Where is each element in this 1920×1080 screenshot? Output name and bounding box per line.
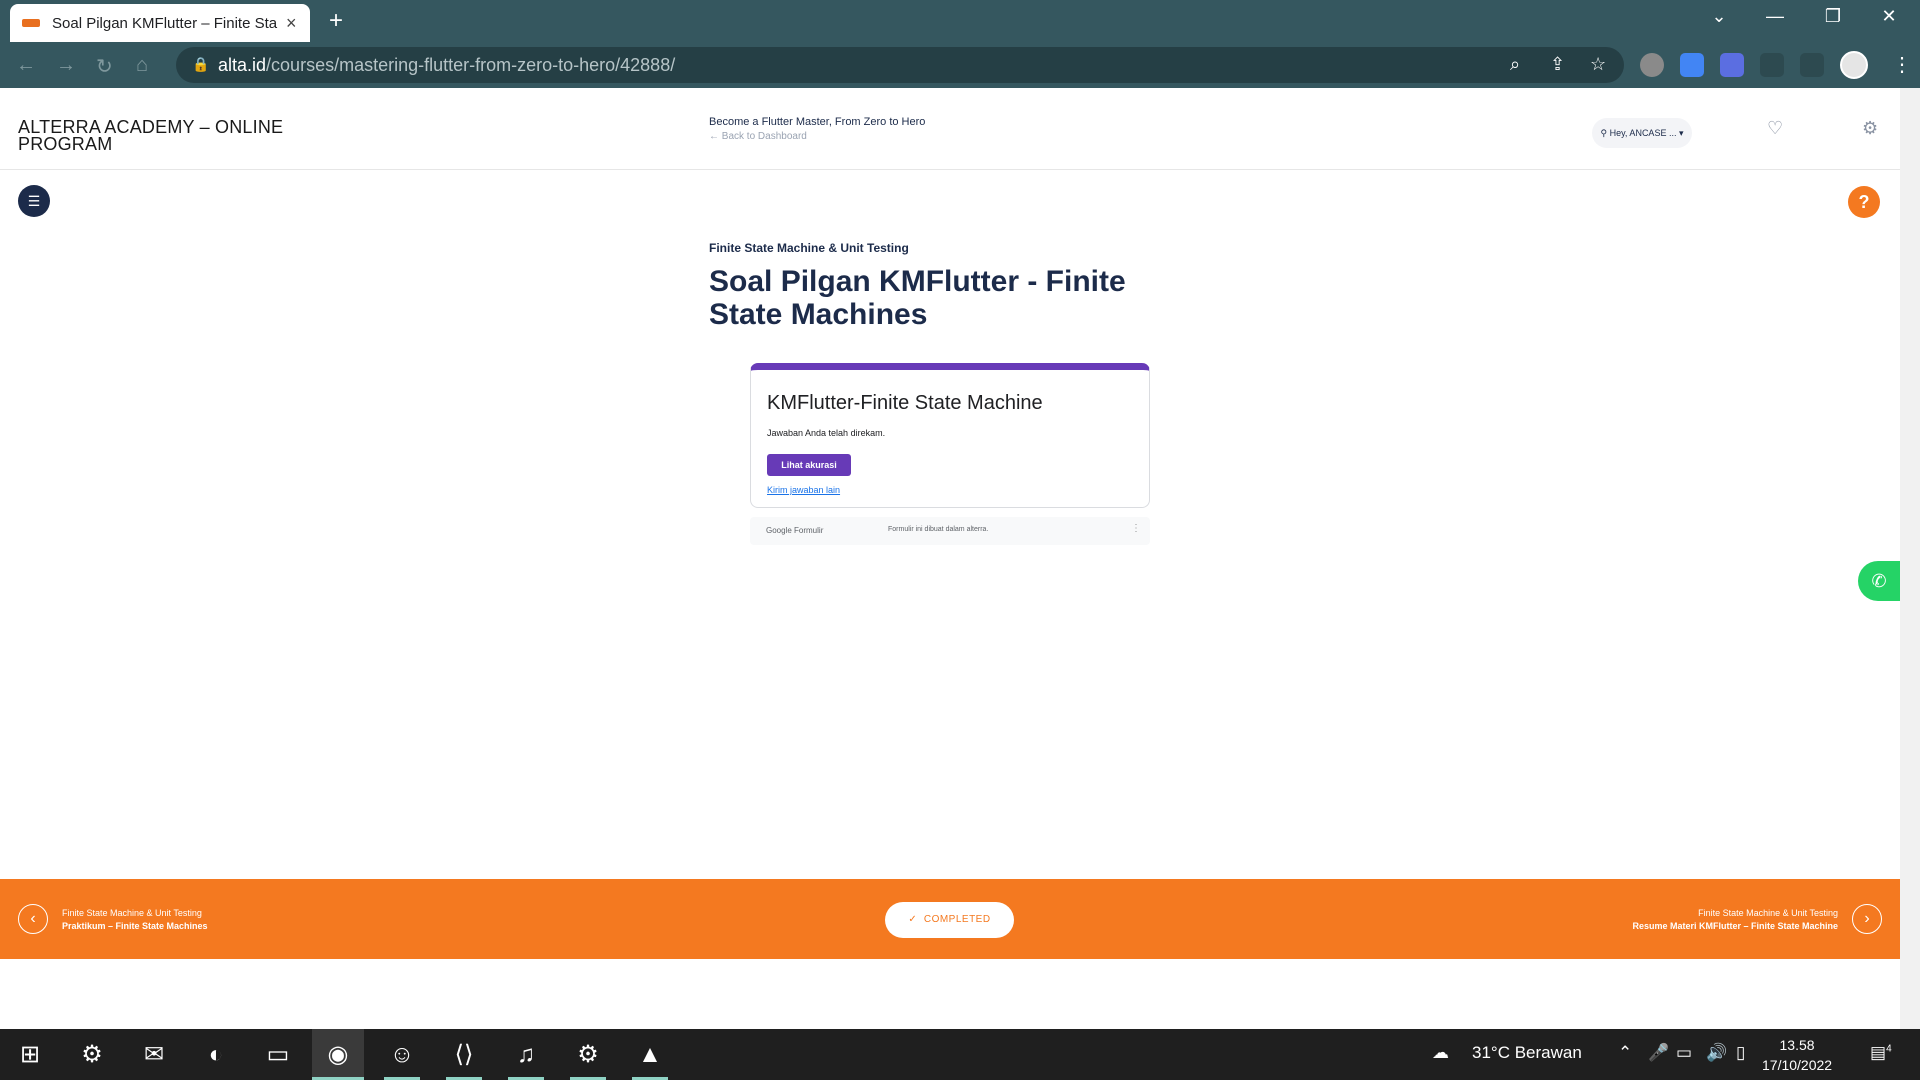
share-icon[interactable]: ⇪ (1550, 54, 1565, 75)
previous-lesson-link[interactable]: Finite State Machine & Unit Testing Prak… (62, 907, 208, 933)
send-another-response-link[interactable]: Kirim jawaban lain (767, 485, 840, 495)
forward-arrow-icon[interactable]: → (56, 54, 76, 77)
view-accuracy-button[interactable]: Lihat akurasi (767, 454, 851, 476)
back-arrow-icon[interactable]: ← (16, 54, 36, 77)
chevron-right-icon: › (1864, 910, 1870, 927)
tab-title: Soal Pilgan KMFlutter – Finite Sta (52, 14, 278, 32)
reload-icon[interactable]: ↻ (96, 54, 113, 79)
browser-tab[interactable]: Soal Pilgan KMFlutter – Finite Sta × (10, 4, 310, 42)
page-scrollbar[interactable] (1900, 88, 1920, 1029)
windows-taskbar: ⊞ ⚙ ✉ ◐ ▭ ◉ ☺ ⟨⟩ ♫ ⚙ ▲ ☁ 31°C Berawan ⌃ … (0, 1029, 1920, 1080)
minimize-button[interactable]: — (1752, 6, 1798, 27)
google-forms-logo[interactable]: Google Formulir (766, 526, 823, 535)
weather-text[interactable]: 31°C Berawan (1472, 1043, 1582, 1063)
bookmark-star-icon[interactable]: ☆ (1590, 54, 1606, 75)
spotify-icon[interactable]: ♫ (500, 1029, 552, 1080)
site-brand[interactable]: ALTERRA ACADEMY – ONLINE PROGRAM (18, 118, 318, 153)
completed-button[interactable]: ✓ COMPLETED (885, 902, 1014, 938)
battery-icon[interactable]: ▭ (1676, 1043, 1692, 1063)
lesson-list-button[interactable]: ☰ (18, 185, 50, 217)
completed-label: COMPLETED (923, 914, 991, 925)
notification-count: 4 (1886, 1043, 1892, 1055)
check-circle-icon: ✓ (908, 914, 924, 925)
address-bar[interactable]: 🔒 alta.id/courses/mastering-flutter-from… (176, 47, 1624, 83)
chrome-icon[interactable]: ◉ (312, 1029, 364, 1080)
user-icon: ⚲ (1600, 127, 1610, 138)
alterra-favicon-icon (22, 19, 40, 27)
network-icon[interactable]: ▯ (1736, 1043, 1745, 1063)
lock-icon[interactable]: 🔒 (192, 56, 209, 73)
list-icon: ☰ (27, 193, 41, 209)
weather-cloud-icon[interactable]: ☁ (1432, 1043, 1449, 1063)
browser-menu-icon[interactable]: ⋮ (1892, 52, 1912, 77)
user-menu-button[interactable]: ⚲ Hey, ANCASE ... ▾ (1592, 118, 1692, 148)
volume-icon[interactable]: 🔊 (1706, 1043, 1727, 1063)
chat-extension-icon[interactable] (1720, 53, 1744, 77)
previous-lesson-title: Praktikum – Finite State Machines (62, 921, 208, 931)
profile-avatar[interactable] (1840, 51, 1868, 79)
form-confirmation-message: Jawaban Anda telah direkam. (767, 428, 886, 438)
whatsapp-button[interactable]: ✆ (1858, 561, 1900, 601)
next-lesson-category: Finite State Machine & Unit Testing (1698, 908, 1838, 918)
clock-date: 17/10/2022 (1762, 1057, 1833, 1073)
new-tab-button[interactable]: + (322, 8, 350, 36)
question-icon: ? (1858, 192, 1870, 212)
steam-icon[interactable]: ⚙ (562, 1029, 614, 1080)
browser-toolbar: ← → ↻ ⌂ 🔒 alta.id/courses/mastering-flut… (0, 42, 1920, 88)
microphone-icon[interactable]: 🎤 (1648, 1043, 1669, 1063)
help-button[interactable]: ? (1848, 186, 1880, 218)
previous-lesson-button[interactable]: ‹ (18, 904, 48, 934)
user-greeting: Hey, ANCASE ... (1609, 128, 1677, 138)
notification-icon[interactable]: ▤4 (1870, 1043, 1892, 1063)
course-title: Become a Flutter Master, From Zero to He… (709, 116, 926, 128)
form-ownership-note: Formulir ini dibuat dalam alterra. (888, 526, 989, 533)
next-lesson-link[interactable]: Finite State Machine & Unit Testing Resu… (1632, 907, 1838, 933)
google-form-footer: Google Formulir Formulir ini dibuat dala… (750, 517, 1150, 545)
chevron-up-icon[interactable]: ⌃ (1618, 1043, 1632, 1063)
close-tab-icon[interactable]: × (286, 13, 297, 34)
translate-extension-icon[interactable] (1680, 53, 1704, 77)
settings-gear-icon[interactable]: ⚙ (66, 1029, 118, 1080)
home-icon[interactable]: ⌂ (136, 54, 148, 77)
chevron-left-icon: ‹ (30, 910, 36, 927)
clock-time: 13.58 (1779, 1037, 1815, 1053)
system-clock[interactable]: 13.58 17/10/2022 (1762, 1035, 1832, 1075)
lesson-title: Soal Pilgan KMFlutter - Finite State Mac… (709, 265, 1126, 331)
google-form-card: KMFlutter-Finite State Machine Jawaban A… (750, 363, 1150, 508)
gear-icon[interactable]: ⚙ (1862, 118, 1878, 139)
form-title: KMFlutter-Finite State Machine (767, 392, 1043, 414)
lesson-navigation-bar: ‹ Finite State Machine & Unit Testing Pr… (0, 879, 1900, 959)
previous-lesson-category: Finite State Machine & Unit Testing (62, 908, 202, 918)
extensions-puzzle-icon[interactable] (1760, 53, 1784, 77)
mail-icon[interactable]: ✉ (128, 1029, 180, 1080)
whatsapp-icon: ✆ (1871, 571, 1887, 591)
restore-button[interactable]: ❐ (1810, 6, 1856, 27)
game-app-icon[interactable]: ▲ (624, 1029, 676, 1080)
zoom-icon[interactable]: ⌕ (1510, 54, 1520, 75)
media-extension-icon[interactable] (1640, 53, 1664, 77)
tab-search-icon[interactable]: ⌄ (1696, 6, 1742, 27)
vscode-icon[interactable]: ⟨⟩ (438, 1029, 490, 1080)
start-windows-icon[interactable]: ⊞ (4, 1029, 56, 1080)
close-window-button[interactable]: ✕ (1866, 6, 1912, 27)
next-lesson-title: Resume Materi KMFlutter – Finite State M… (1632, 921, 1838, 931)
url-text: alta.id/courses/mastering-flutter-from-z… (218, 55, 676, 75)
back-to-dashboard-link[interactable]: ← Back to Dashboard (709, 131, 807, 142)
site-header: ALTERRA ACADEMY – ONLINE PROGRAM Become … (0, 88, 1900, 170)
form-more-icon[interactable]: ⋮ (1131, 523, 1141, 534)
side-panel-icon[interactable] (1800, 53, 1824, 77)
edge-browser-icon[interactable]: ◐ (190, 1029, 242, 1080)
next-lesson-button[interactable]: › (1852, 904, 1882, 934)
discord-icon[interactable]: ☺ (376, 1029, 428, 1080)
file-explorer-icon[interactable]: ▭ (252, 1029, 304, 1080)
lesson-category: Finite State Machine & Unit Testing (709, 241, 909, 255)
heart-icon[interactable]: ♡ (1767, 118, 1783, 139)
browser-tab-strip: Soal Pilgan KMFlutter – Finite Sta × + ⌄… (0, 0, 1920, 42)
page-content: ALTERRA ACADEMY – ONLINE PROGRAM Become … (0, 88, 1900, 1029)
